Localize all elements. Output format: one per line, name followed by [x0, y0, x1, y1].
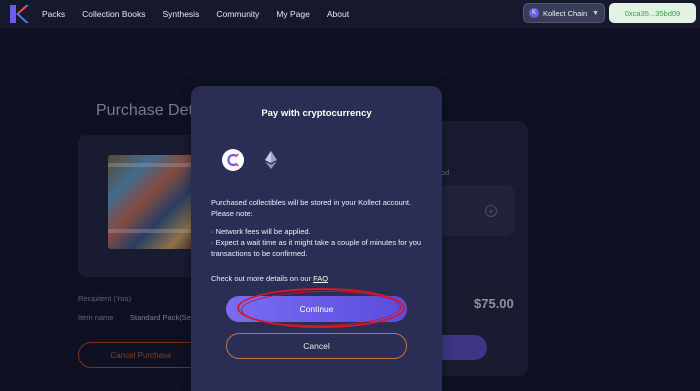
top-nav: Packs Collection Books Synthesis Communi…: [0, 0, 700, 28]
nav-menu: Packs Collection Books Synthesis Communi…: [42, 0, 366, 28]
ethereum-payment-option[interactable]: [260, 149, 282, 171]
chain-label: Kollect Chain: [543, 8, 588, 18]
faq-prefix: Check out more details on our: [211, 274, 314, 283]
continue-button[interactable]: Continue: [226, 296, 407, 322]
nav-item-community[interactable]: Community: [216, 9, 259, 19]
nav-item-synthesis[interactable]: Synthesis: [162, 9, 199, 19]
nav-item-my-page[interactable]: My Page: [276, 9, 310, 19]
modal-title: Pay with cryptocurrency: [261, 108, 372, 119]
nav-item-about[interactable]: About: [327, 9, 349, 19]
chevron-down-icon: ▼: [592, 9, 599, 17]
kollect-chain-icon: K: [529, 8, 539, 18]
kollect-logo[interactable]: [8, 3, 30, 25]
chain-selector[interactable]: K Kollect Chain ▼: [523, 3, 605, 23]
cancel-button[interactable]: Cancel: [226, 333, 407, 359]
kollect-payment-option[interactable]: [222, 149, 244, 171]
wait-time-note: · Expect a wait time as it might take a …: [211, 238, 422, 258]
nav-item-collection-books[interactable]: Collection Books: [82, 9, 145, 19]
network-fee-note: · Network fees will be applied.: [211, 227, 311, 236]
wallet-address-button[interactable]: 0xca35...35bd09: [609, 3, 696, 23]
nav-item-packs[interactable]: Packs: [42, 9, 65, 19]
crypto-payment-modal: Pay with cryptocurrency Purchased collec…: [191, 86, 442, 391]
kollect-icon: [227, 153, 239, 167]
faq-link[interactable]: FAQ: [313, 274, 328, 283]
ethereum-icon: [265, 151, 277, 169]
faq-notice: Check out more details on our FAQ: [211, 273, 328, 284]
storage-notice: Purchased collectibles will be stored in…: [211, 198, 412, 218]
